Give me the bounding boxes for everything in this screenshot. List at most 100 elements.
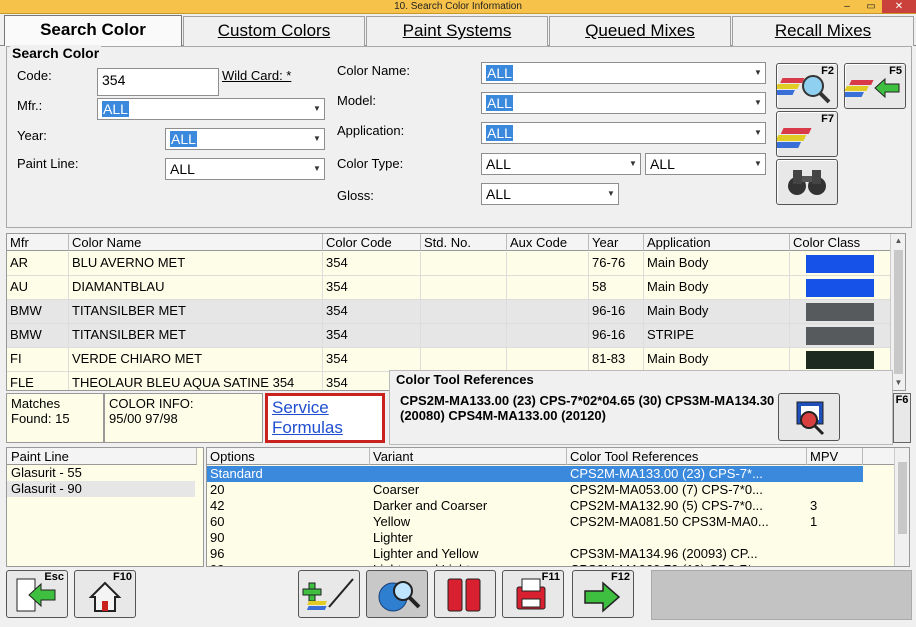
color-type-select-2[interactable]: ALL ▼ — [645, 153, 766, 175]
cell-opt: 96 — [210, 546, 225, 561]
list-item[interactable]: Glasurit - 55 — [7, 465, 195, 481]
scroll-thumb[interactable] — [898, 462, 907, 534]
model-select[interactable]: ALL ▼ — [481, 92, 766, 114]
col-std-no[interactable]: Std. No. — [421, 234, 507, 251]
cell-mpv: 3 — [810, 498, 818, 513]
cell-std — [421, 300, 507, 324]
table-row[interactable]: FI VERDE CHIARO MET 354 81-83 Main Body — [7, 348, 891, 372]
cell-mpv: 1 — [810, 514, 818, 529]
option-row[interactable]: 90 Lighter — [207, 530, 863, 546]
service-formulas-link-line2[interactable]: Formulas — [272, 418, 378, 438]
col-year[interactable]: Year — [589, 234, 644, 251]
scroll-up-icon[interactable]: ▲ — [891, 234, 905, 248]
col-aux-code[interactable]: Aux Code — [507, 234, 589, 251]
home-button[interactable]: F10 — [74, 570, 136, 618]
results-scrollbar[interactable]: ▲ ▼ — [890, 234, 905, 390]
option-row[interactable]: Standard CPS2M-MA133.00 (23) CPS-7*... — [207, 466, 863, 482]
tab-queued-mixes[interactable]: Queued Mixes — [549, 16, 731, 46]
cell-mfr: BMW — [7, 324, 69, 348]
recall-f5-button[interactable]: F5 — [839, 63, 906, 109]
table-row[interactable]: BMW TITANSILBER MET 354 96-16 STRIPE — [7, 324, 891, 348]
search-f2-button[interactable]: F2 — [770, 63, 838, 109]
tab-custom-colors[interactable]: Custom Colors — [183, 16, 365, 46]
col-mfr[interactable]: Mfr — [7, 234, 69, 251]
col-color-tool-references[interactable]: Color Tool References — [567, 448, 807, 465]
minimize-button[interactable]: – — [836, 0, 858, 13]
year-select[interactable]: ALL ▼ — [165, 128, 325, 150]
code-input[interactable]: 354 — [97, 68, 219, 96]
add-formula-button[interactable] — [298, 570, 360, 618]
table-row[interactable]: AR BLU AVERNO MET 354 76-76 Main Body — [7, 252, 891, 276]
cell-code: 354 — [323, 324, 421, 348]
tab-search-color[interactable]: Search Color — [4, 15, 182, 46]
col-color-name[interactable]: Color Name — [69, 234, 323, 251]
color-tool-search-icon — [796, 401, 825, 436]
globe-search-icon — [378, 581, 421, 612]
options-scrollbar[interactable] — [894, 448, 909, 566]
cell-opt: 60 — [210, 514, 225, 529]
cell-app: Main Body — [644, 348, 790, 372]
scroll-down-icon[interactable]: ▼ — [891, 376, 905, 390]
option-row[interactable]: 20 Coarser CPS2M-MA053.00 (7) CPS-7*0... — [207, 482, 863, 498]
col-variant[interactable]: Variant — [370, 448, 567, 465]
maximize-button[interactable]: ▭ — [860, 0, 882, 13]
col-application[interactable]: Application — [644, 234, 790, 251]
results-table: Mfr Color Name Color Code Std. No. Aux C… — [6, 233, 906, 391]
cell-app: Main Body — [644, 300, 790, 324]
cell-code: 354 — [323, 348, 421, 372]
color-type-select[interactable]: ALL ▼ — [481, 153, 641, 175]
table-row[interactable]: BMW TITANSILBER MET 354 96-16 Main Body — [7, 300, 891, 324]
chevron-down-icon: ▼ — [754, 128, 762, 137]
scroll-thumb[interactable] — [894, 250, 903, 374]
color-tool-search-button[interactable] — [778, 393, 840, 441]
mfr-select[interactable]: ALL ▼ — [97, 98, 325, 120]
paint-line-label: Paint Line: — [17, 156, 79, 171]
cell-ref: CPS2M-MA053.00 (7) CPS-7*0... — [570, 482, 763, 497]
paint-line-header[interactable]: Paint Line — [7, 448, 197, 465]
cell-opt: 90 — [210, 530, 225, 545]
col-color-class[interactable]: Color Class — [790, 234, 891, 251]
col-options[interactable]: Options — [207, 448, 370, 465]
cell-opt: Standard — [210, 466, 263, 481]
binoculars-button[interactable] — [776, 159, 838, 205]
status-area — [651, 570, 912, 620]
tab-recall-mixes[interactable]: Recall Mixes — [732, 16, 914, 46]
color-swatch — [806, 303, 874, 321]
f6-button[interactable]: F6 — [893, 393, 911, 443]
cell-mfr: AU — [7, 276, 69, 300]
col-mpv[interactable]: MPV — [807, 448, 863, 465]
exit-button[interactable]: Esc — [6, 570, 68, 618]
option-row[interactable]: 60 Yellow CPS2M-MA081.50 CPS3M-MA0... 1 — [207, 514, 863, 530]
mfr-label: Mfr.: — [17, 98, 43, 113]
next-button[interactable]: F12 — [572, 570, 634, 618]
color-name-select[interactable]: ALL ▼ — [481, 62, 766, 84]
option-row[interactable]: 42 Darker and Coarser CPS2M-MA132.90 (5) C… — [207, 498, 863, 514]
wildcard-link[interactable]: Wild Card: * — [222, 68, 291, 83]
gloss-select[interactable]: ALL ▼ — [481, 183, 619, 205]
color-chips-f7-button[interactable]: F7 — [770, 111, 838, 157]
option-row[interactable]: 99Lighter and LighterCPS2M-MA060.70 (10)… — [207, 562, 863, 566]
paint-line-select[interactable]: ALL ▼ — [165, 158, 325, 180]
list-item[interactable]: Glasurit - 90 — [7, 481, 195, 497]
close-button[interactable]: ✕ — [882, 0, 916, 13]
service-formulas-link-line1[interactable]: Service — [272, 398, 378, 418]
cell-opt: 42 — [210, 498, 225, 513]
print-button[interactable]: F11 — [502, 570, 564, 618]
color-info-value: 95/00 97/98 — [109, 411, 178, 426]
application-select[interactable]: ALL ▼ — [481, 122, 766, 144]
cell-ref: CPS2M-MA133.00 (23) CPS-7*... — [570, 466, 763, 481]
cell-mfr: FLE — [7, 372, 69, 390]
cell-mfr: AR — [7, 252, 69, 276]
color-cards-button[interactable] — [434, 570, 496, 618]
cell-name: TITANSILBER MET — [69, 324, 323, 348]
tab-paint-systems[interactable]: Paint Systems — [366, 16, 548, 46]
option-row[interactable]: 96 Lighter and Yellow CPS3M-MA134.96 (2009… — [207, 546, 863, 562]
chevron-down-icon: ▼ — [313, 164, 321, 173]
cell-name: VERDE CHIARO MET — [69, 348, 323, 372]
col-color-code[interactable]: Color Code — [323, 234, 421, 251]
globe-search-button[interactable] — [366, 570, 428, 618]
cell-name: DIAMANTBLAU — [69, 276, 323, 300]
chevron-down-icon: ▼ — [754, 159, 762, 168]
cell-aux — [507, 252, 589, 276]
table-row[interactable]: AU DIAMANTBLAU 354 58 Main Body — [7, 276, 891, 300]
